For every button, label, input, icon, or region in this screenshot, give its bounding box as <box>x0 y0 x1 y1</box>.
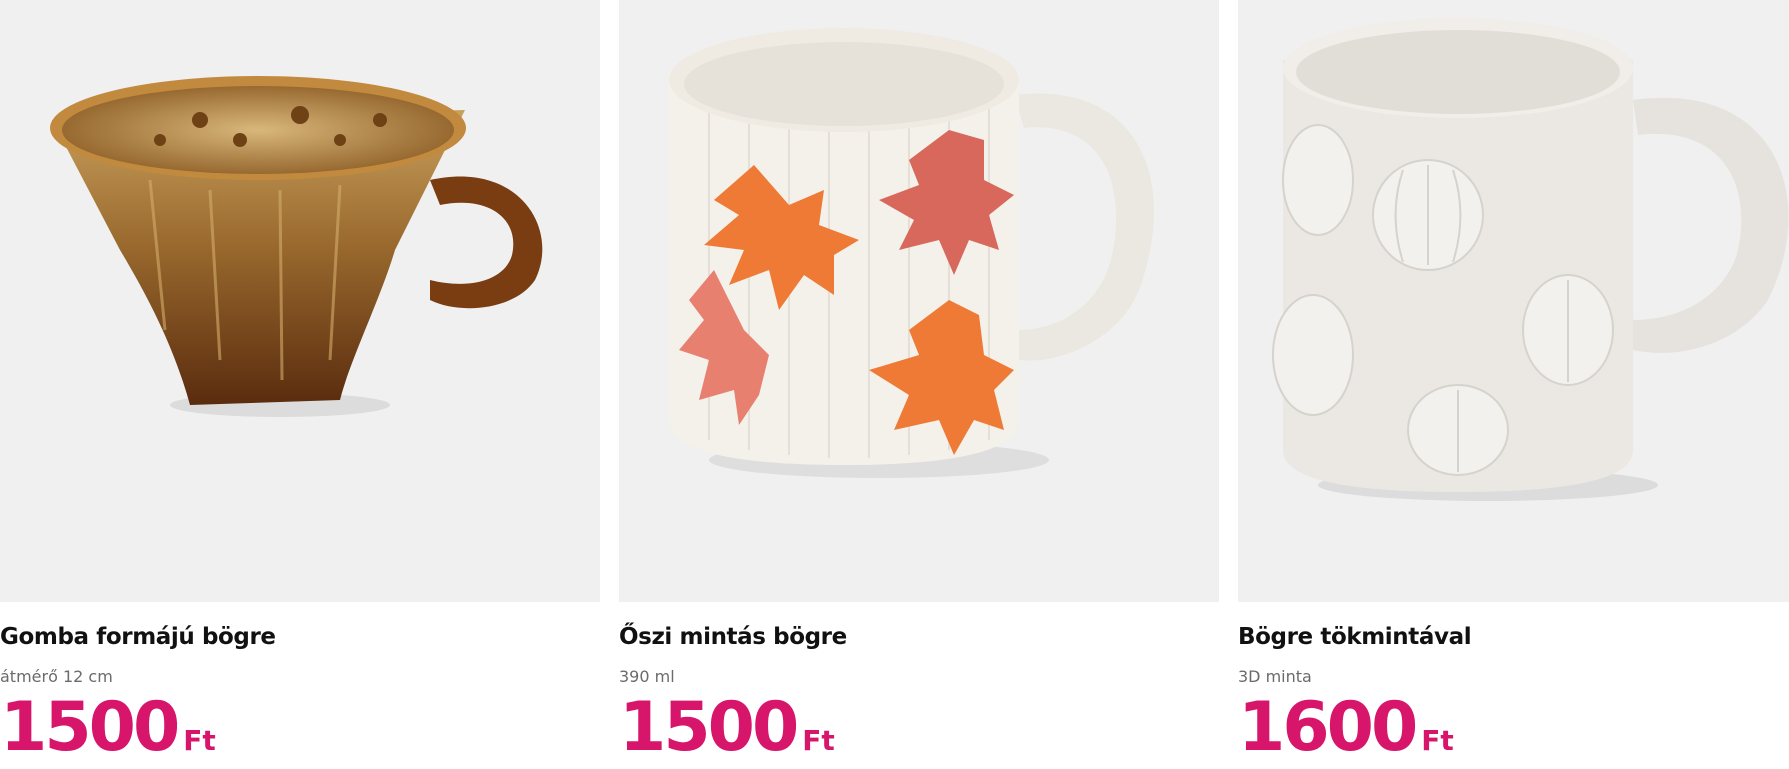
product-detail: átmérő 12 cm <box>0 667 113 686</box>
product-image[interactable] <box>619 0 1219 602</box>
product-name[interactable]: Gomba formájú bögre <box>0 624 276 650</box>
product-grid: Gomba formájú bögre átmérő 12 cm 1500Ft <box>0 0 1789 769</box>
product-image[interactable] <box>1238 0 1789 602</box>
product-image[interactable] <box>0 0 600 602</box>
price-currency: Ft <box>183 724 216 757</box>
product-detail: 3D minta <box>1238 667 1312 686</box>
product-name[interactable]: Bögre tökmintával <box>1238 624 1472 650</box>
product-price: 1500 Ft <box>619 694 835 762</box>
product-name[interactable]: Őszi mintás bögre <box>619 624 847 650</box>
product-price: 1500 Ft <box>0 694 216 762</box>
price-currency: Ft <box>1421 724 1454 757</box>
price-currency: Ft <box>802 724 835 757</box>
price-amount: 1500 <box>619 688 799 767</box>
brown-mushroom-mug-image <box>50 76 543 417</box>
autumn-leaf-mug-image <box>669 28 1154 478</box>
product-price: 1600 Ft <box>1238 694 1454 762</box>
pumpkin-pattern-mug-image <box>1272 18 1789 501</box>
product-card[interactable]: Őszi mintás bögre 390 ml 1500 Ft <box>619 0 1219 769</box>
product-detail: 390 ml <box>619 667 675 686</box>
product-card[interactable]: Bögre tökmintával 3D minta 1600 Ft <box>1238 0 1789 769</box>
price-amount: 1600 <box>1238 688 1418 767</box>
product-card[interactable]: Gomba formájú bögre átmérő 12 cm 1500 Ft <box>0 0 600 769</box>
price-amount: 1500 <box>0 688 180 767</box>
